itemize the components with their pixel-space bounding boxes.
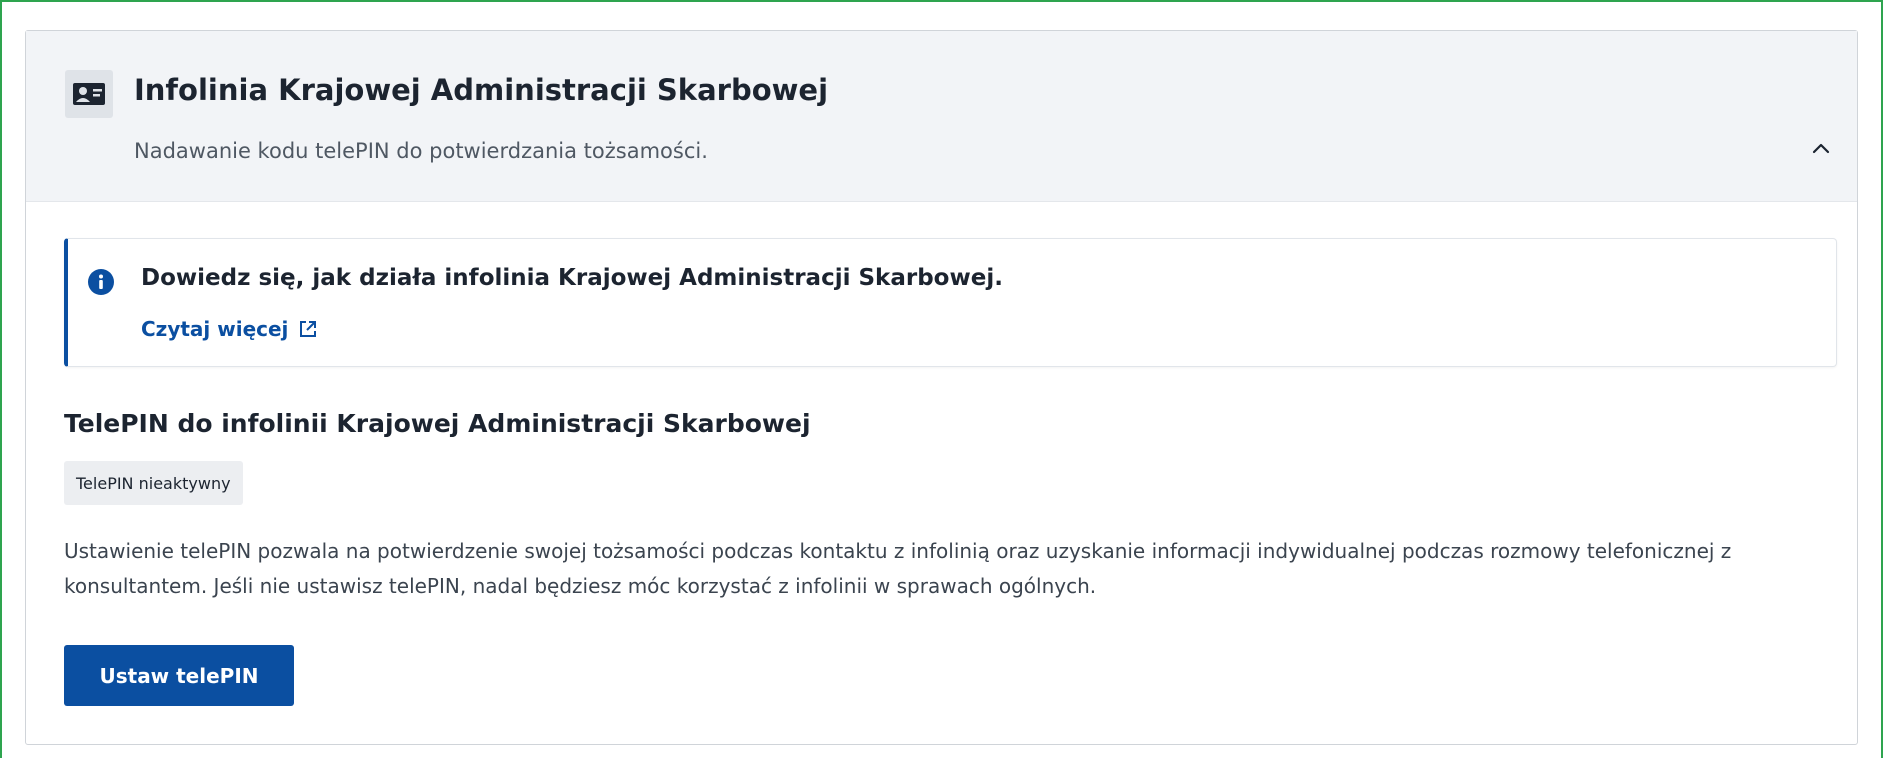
read-more-link-label: Czytaj więcej [141,317,289,341]
telepin-status-badge: TelePIN nieaktywny [64,461,243,505]
collapse-toggle-button[interactable] [1804,131,1838,165]
telepin-description: Ustawienie telePIN pozwala na potwierdze… [64,539,1732,598]
set-telepin-button[interactable]: Ustaw telePIN [64,645,294,706]
info-callout-title: Dowiedz się, jak działa infolinia Krajow… [141,265,1003,291]
accordion-title: Infolinia Krajowej Administracji Skarbow… [134,73,829,107]
info-callout: Dowiedz się, jak działa infolinia Krajow… [64,238,1837,367]
infolinia-accordion-panel: Infolinia Krajowej Administracji Skarbow… [25,30,1858,745]
chevron-up-icon [1812,143,1830,154]
telepin-section-title: TelePIN do infolinii Krajowej Administra… [64,409,811,438]
accordion-header[interactable]: Infolinia Krajowej Administracji Skarbow… [26,31,1857,202]
external-link-icon [300,321,317,337]
info-icon [88,269,114,295]
contact-card-icon [65,70,113,118]
accordion-subtitle: Nadawanie kodu telePIN do potwierdzania … [134,139,708,163]
read-more-link[interactable]: Czytaj więcej [141,317,318,341]
